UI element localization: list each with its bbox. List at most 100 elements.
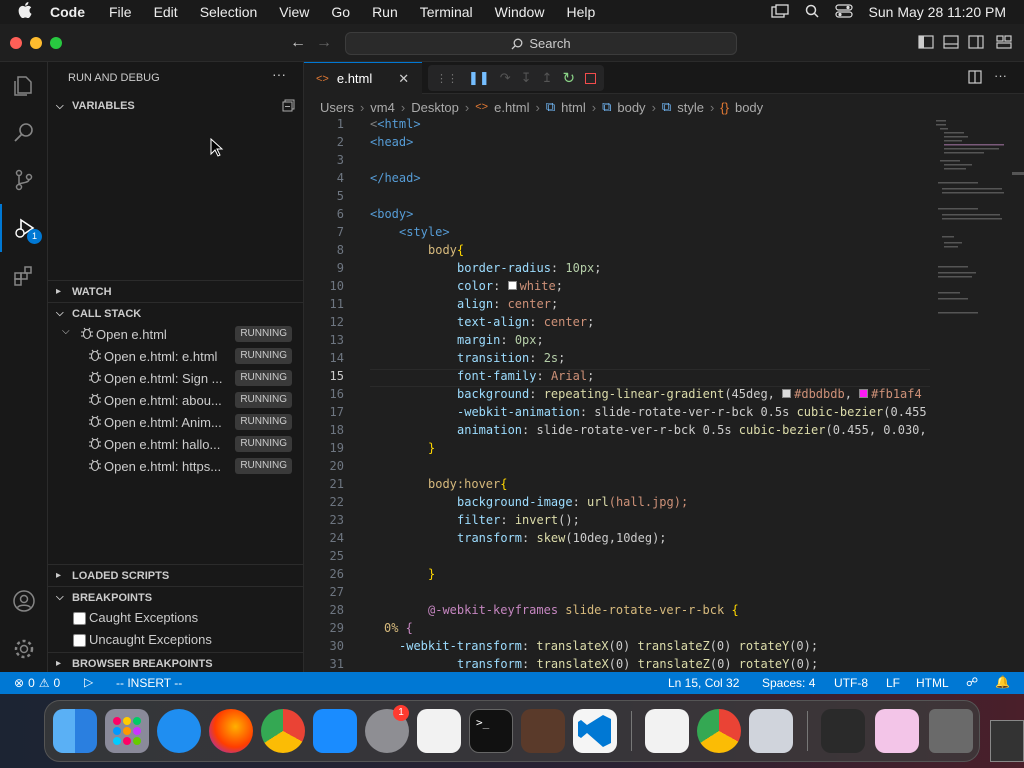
browser-breakpoints-section-header[interactable]: ▸ BROWSER BREAKPOINTS <box>48 652 304 674</box>
breadcrumb-desktop[interactable]: Desktop <box>411 100 459 115</box>
minimized-window-thumbnail[interactable] <box>875 709 919 753</box>
customize-layout-icon[interactable] <box>996 35 1012 52</box>
toggle-primary-sidebar-icon[interactable] <box>918 35 934 52</box>
extensions-icon[interactable] <box>0 252 48 300</box>
breadcrumb-html[interactable]: html <box>561 100 586 115</box>
cursor-position[interactable]: Ln 15, Col 32 <box>668 676 739 690</box>
menu-run[interactable]: Run <box>372 4 398 20</box>
vscode-icon[interactable] <box>573 709 617 753</box>
step-over-icon[interactable]: ↷ <box>500 70 511 86</box>
finder-icon[interactable] <box>53 709 97 753</box>
breadcrumb-style[interactable]: style <box>677 100 704 115</box>
uncaught-exceptions-checkbox[interactable] <box>73 634 86 647</box>
menu-edit[interactable]: Edit <box>154 4 178 20</box>
breadcrumb-file[interactable]: e.html <box>494 100 529 115</box>
color-swatch-pink[interactable] <box>859 389 869 398</box>
menubar-clock[interactable]: Sun May 28 11:20 PM <box>869 4 1006 20</box>
watch-section-header[interactable]: ▸ WATCH <box>48 280 304 302</box>
stop-icon[interactable] <box>585 72 597 84</box>
breadcrumb-selector[interactable]: body <box>735 100 763 115</box>
end-of-line[interactable]: LF <box>886 676 900 690</box>
minimize-window-button[interactable] <box>30 37 42 49</box>
breadcrumb-vm4[interactable]: vm4 <box>370 100 395 115</box>
safari-icon[interactable] <box>157 709 201 753</box>
encoding[interactable]: UTF-8 <box>834 676 868 690</box>
search-view-icon[interactable] <box>0 108 48 156</box>
menu-help[interactable]: Help <box>566 4 595 20</box>
breakpoints-section-header[interactable]: ⌵ BREAKPOINTS <box>48 586 304 608</box>
system-settings-icon[interactable]: 1 <box>365 705 409 753</box>
call-stack-thread[interactable]: Open e.html: Anim... RUNNING <box>48 411 304 433</box>
pause-icon[interactable]: ❚❚ <box>468 70 490 86</box>
toggle-panel-icon[interactable] <box>943 35 959 52</box>
firefox-icon[interactable] <box>209 709 253 753</box>
debug-session-icon[interactable]: ▷ <box>84 675 93 689</box>
more-actions-icon[interactable]: ··· <box>272 66 286 82</box>
feedback-icon[interactable]: ☍ <box>966 675 978 689</box>
terminal-icon[interactable]: >_ <box>469 709 513 753</box>
minimap[interactable] <box>934 116 1014 336</box>
minimized-window-thumbnail[interactable] <box>821 709 865 753</box>
code-editor[interactable]: 1 2 3 4 5 6 7 8 9 10 11 12 13 14 15 16 17 18 19 20 21 22 23 24 2… <box>304 116 934 672</box>
menu-selection[interactable]: Selection <box>200 4 258 20</box>
call-stack-thread[interactable]: Open e.html: e.html RUNNING <box>48 345 304 367</box>
loaded-scripts-section-header[interactable]: ▸ LOADED SCRIPTS <box>48 564 304 586</box>
menu-file[interactable]: File <box>109 4 132 20</box>
editor-more-actions-icon[interactable]: ··· <box>994 68 1007 83</box>
call-stack-thread[interactable]: Open e.html: Sign ... RUNNING <box>48 367 304 389</box>
explorer-icon[interactable] <box>0 62 48 110</box>
close-tab-icon[interactable]: ✕ <box>398 71 409 87</box>
split-editor-icon[interactable] <box>968 70 982 87</box>
app-name[interactable]: Code <box>50 4 85 20</box>
caught-exceptions-checkbox[interactable] <box>73 612 86 625</box>
toggle-secondary-sidebar-icon[interactable] <box>968 35 984 52</box>
call-stack-thread[interactable]: Open e.html: https... RUNNING <box>48 455 304 477</box>
chrome-icon[interactable] <box>697 709 741 753</box>
launchpad-icon[interactable] <box>105 709 149 753</box>
call-stack-thread[interactable]: Open e.html: abou... RUNNING <box>48 389 304 411</box>
collapse-all-icon[interactable] <box>282 99 295 115</box>
app-store-icon[interactable] <box>313 709 357 753</box>
drag-handle-icon[interactable]: ⋮⋮ <box>436 72 458 85</box>
menu-view[interactable]: View <box>279 4 309 20</box>
step-out-icon[interactable]: ↥ <box>542 70 553 86</box>
call-stack-thread[interactable]: Open e.html: hallo... RUNNING <box>48 433 304 455</box>
garageband-icon[interactable] <box>521 709 565 753</box>
accounts-icon[interactable] <box>0 577 48 625</box>
breadcrumb-body[interactable]: body <box>617 100 645 115</box>
freeform-icon[interactable] <box>645 709 689 753</box>
scrollbar-thumb[interactable] <box>1012 172 1024 175</box>
menu-go[interactable]: Go <box>331 4 350 20</box>
menu-window[interactable]: Window <box>495 4 545 20</box>
desktop-window-thumbnail[interactable] <box>990 720 1024 762</box>
problems-indicator[interactable]: ⊗ 0 ⚠ 0 <box>14 676 60 690</box>
source-control-icon[interactable] <box>0 156 48 204</box>
variables-section-header[interactable]: ⌵ VARIABLES <box>48 95 304 117</box>
chrome-icon[interactable] <box>261 709 305 753</box>
textedit-icon[interactable] <box>417 709 461 753</box>
notifications-bell-icon[interactable]: 🔔 <box>995 675 1010 689</box>
apple-icon[interactable] <box>18 2 32 22</box>
spotlight-search-icon[interactable] <box>805 4 819 21</box>
nav-forward-icon[interactable]: → <box>316 34 332 52</box>
command-center-search[interactable]: Search <box>345 32 737 55</box>
nav-back-icon[interactable]: ← <box>290 34 306 52</box>
call-stack-section-header[interactable]: ⌵ CALL STACK <box>48 302 304 324</box>
run-and-debug-icon[interactable]: 1 <box>0 204 48 252</box>
indentation[interactable]: Spaces: 4 <box>762 676 815 690</box>
zoom-window-button[interactable] <box>50 37 62 49</box>
restart-icon[interactable]: ↻ <box>563 69 576 87</box>
manage-gear-icon[interactable] <box>0 625 48 673</box>
color-swatch-white[interactable] <box>507 281 517 290</box>
menu-terminal[interactable]: Terminal <box>420 4 473 20</box>
preview-icon[interactable] <box>749 709 793 753</box>
trash-icon[interactable] <box>929 709 973 753</box>
step-into-icon[interactable]: ↧ <box>521 70 532 86</box>
call-stack-session[interactable]: ⌵ Open e.html RUNNING <box>48 323 304 345</box>
language-mode[interactable]: HTML <box>916 676 949 690</box>
control-center-icon[interactable] <box>834 3 853 21</box>
color-swatch-gray[interactable] <box>782 389 792 398</box>
tab-e-html[interactable]: <> e.html ✕ <box>304 62 422 94</box>
close-window-button[interactable] <box>10 37 22 49</box>
window-switcher-icon[interactable] <box>770 3 789 21</box>
